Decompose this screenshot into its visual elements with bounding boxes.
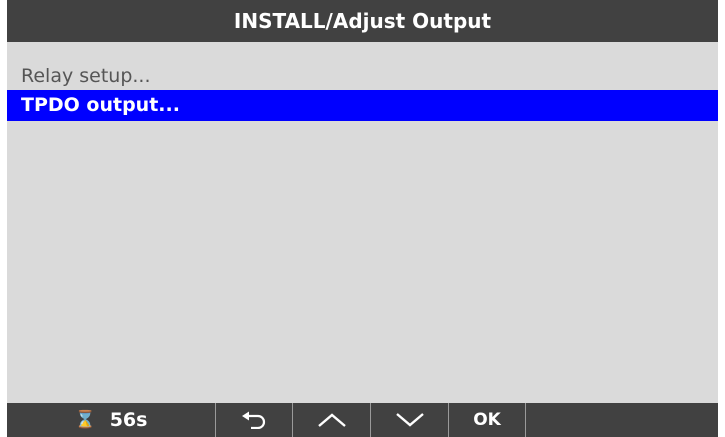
back-arrow-icon (242, 411, 266, 429)
menu-item-relay-setup[interactable]: Relay setup... (7, 62, 718, 90)
title-bar: INSTALL/Adjust Output (7, 0, 718, 42)
softkey-bar: ⌛ 56s OK (7, 403, 718, 437)
menu-item-tpdo-output[interactable]: TPDO output... (7, 90, 718, 121)
hourglass-icon: ⌛ (74, 410, 96, 430)
chevron-down-icon (395, 413, 424, 427)
up-button[interactable] (293, 403, 371, 437)
chevron-up-icon (317, 413, 346, 427)
timeout-indicator: ⌛ 56s (7, 403, 216, 437)
ok-label: OK (473, 410, 501, 430)
ok-button[interactable]: OK (449, 403, 526, 437)
down-button[interactable] (371, 403, 449, 437)
menu-list: Relay setup... TPDO output... (7, 62, 718, 121)
back-button[interactable] (216, 403, 293, 437)
device-screen: INSTALL/Adjust Output Relay setup... TPD… (7, 0, 718, 437)
page-title: INSTALL/Adjust Output (233, 9, 492, 33)
timeout-value: 56s (109, 409, 148, 431)
blank-softkey (526, 403, 718, 437)
